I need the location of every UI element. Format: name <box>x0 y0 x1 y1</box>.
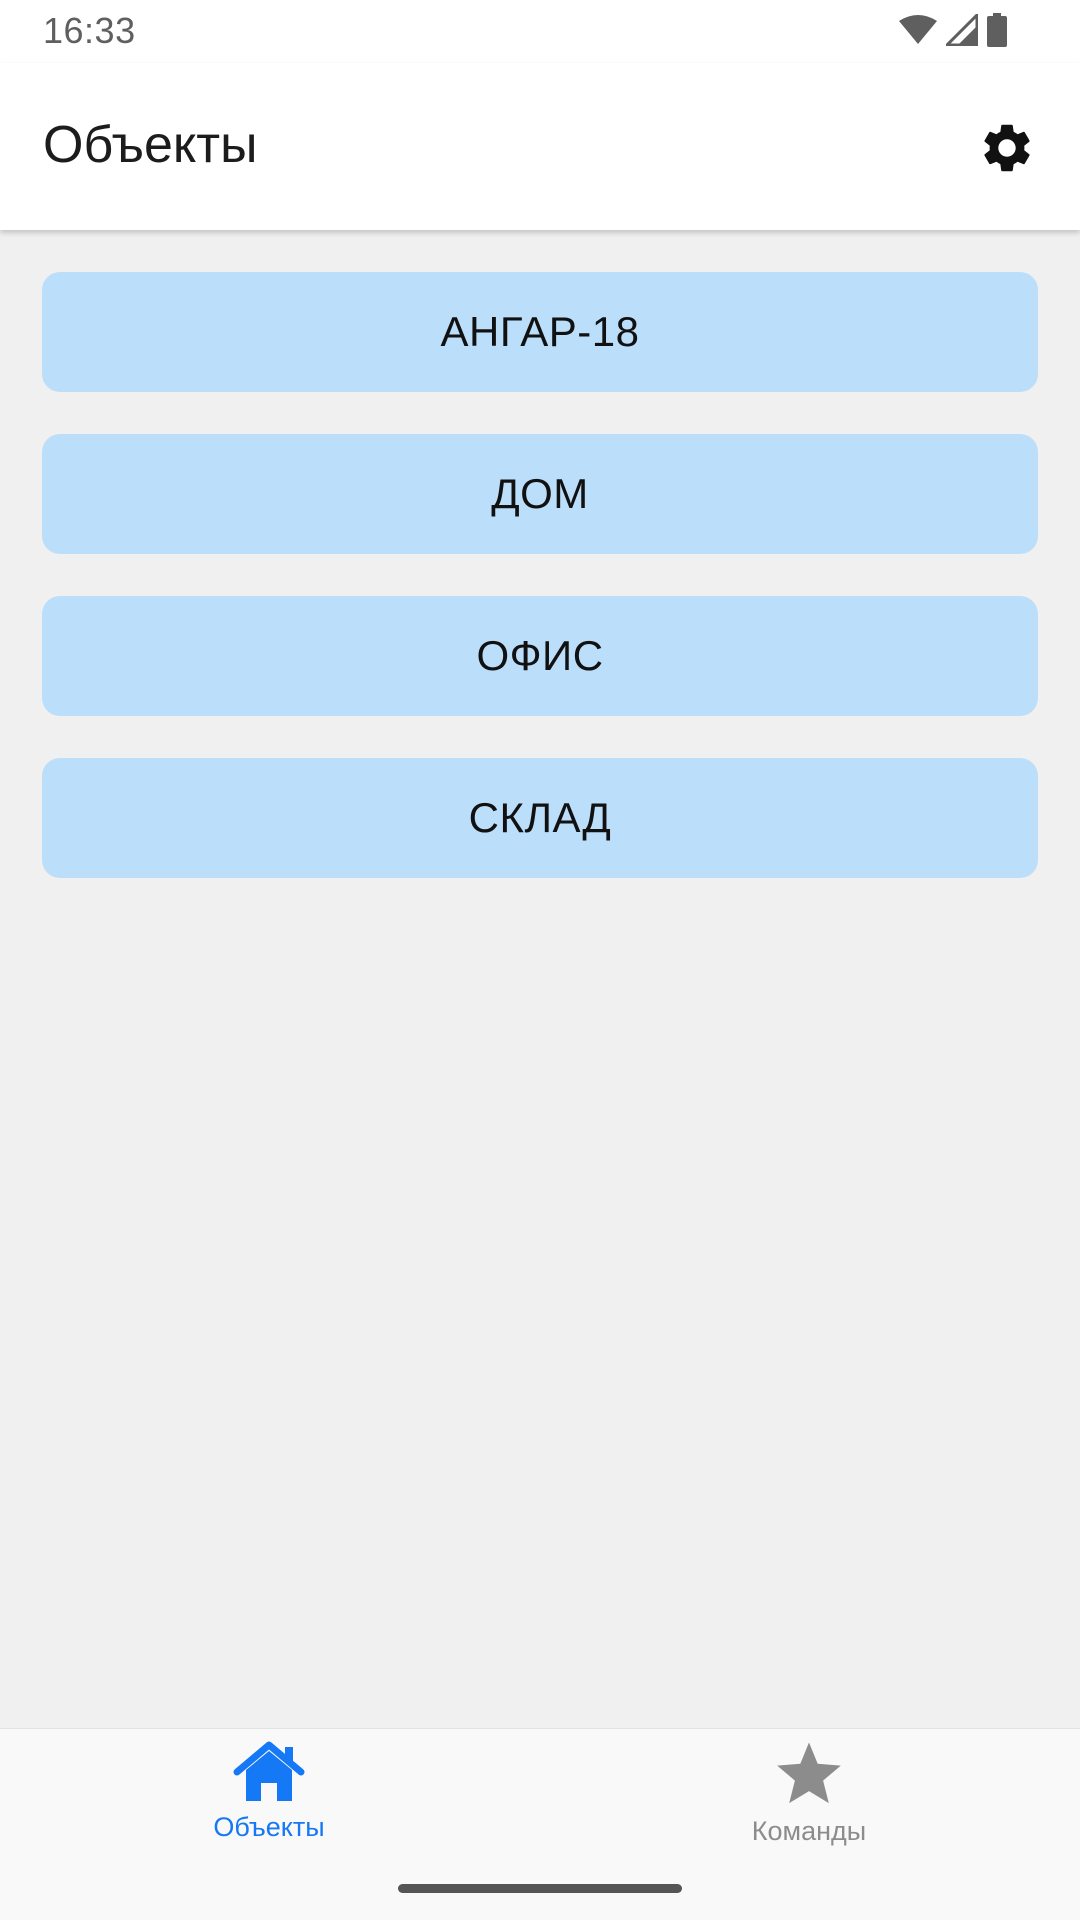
tab-commands-label: Команды <box>751 1816 867 1846</box>
tab-objects-label: Объекты <box>213 1812 325 1842</box>
object-item-label: СКЛАД <box>468 794 612 841</box>
home-icon <box>233 1741 305 1808</box>
object-item-dom[interactable]: ДОМ <box>42 434 1038 554</box>
object-item-label: ДОМ <box>491 470 589 517</box>
object-item-label: ОФИС <box>476 632 604 679</box>
settings-button[interactable] <box>972 115 1042 185</box>
object-item-angar-18[interactable]: АНГАР-18 <box>42 272 1038 392</box>
gear-icon <box>978 119 1036 182</box>
object-item-ofis[interactable]: ОФИС <box>42 596 1038 716</box>
tab-objects[interactable]: Объекты <box>169 1741 369 1861</box>
star-icon <box>773 1741 845 1812</box>
signal-icon <box>943 10 979 51</box>
status-time: 16:33 <box>43 10 136 51</box>
status-bar: 16:33 <box>0 0 1080 63</box>
status-icons <box>898 10 1008 52</box>
wifi-icon <box>898 14 938 50</box>
battery-icon <box>986 12 1008 52</box>
tab-commands[interactable]: Команды <box>709 1741 909 1861</box>
app-screen: 16:33 Объекты АНГАР-18 ДОМ ОФИС СКЛАД Об… <box>0 0 1080 1920</box>
page-title: Объекты <box>43 116 258 174</box>
home-indicator[interactable] <box>398 1884 682 1893</box>
objects-list-container: АНГАР-18 ДОМ ОФИС СКЛАД <box>0 230 1080 1728</box>
object-item-label: АНГАР-18 <box>440 308 640 355</box>
app-bar: Объекты <box>0 63 1080 230</box>
objects-list: АНГАР-18 ДОМ ОФИС СКЛАД <box>0 230 1080 878</box>
object-item-sklad[interactable]: СКЛАД <box>42 758 1038 878</box>
